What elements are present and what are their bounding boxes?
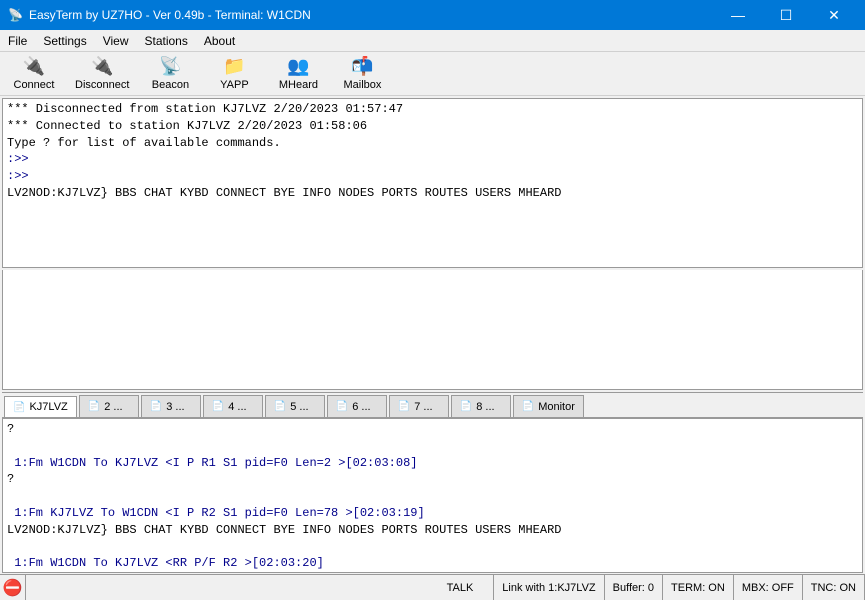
disconnect-button[interactable]: 🔌Disconnect <box>68 55 136 93</box>
tab-1[interactable]: 📄KJ7LVZ <box>4 396 77 418</box>
term-status: TERM: ON <box>663 575 734 600</box>
title-bar-controls: — ☐ ✕ <box>715 0 857 30</box>
close-button[interactable]: ✕ <box>811 0 857 30</box>
monitor-line: 1:Fm W1CDN To KJ7LVZ <I P R1 S1 pid=F0 L… <box>7 455 858 472</box>
title-bar-left: 📡 EasyTerm by UZ7HO - Ver 0.49b - Termin… <box>8 8 311 22</box>
monitor-line <box>7 438 858 455</box>
terminal-line: Type ? for list of available commands. <box>7 135 858 152</box>
beacon-button[interactable]: 📡Beacon <box>140 55 200 93</box>
minimize-button[interactable]: — <box>715 0 761 30</box>
tab-5[interactable]: 📄5 ... <box>265 395 325 417</box>
tab-icon-3: 📄 <box>150 401 162 412</box>
toolbar: 🔌Connect🔌Disconnect📡Beacon📁YAPP👥MHeard📬M… <box>0 52 865 96</box>
maximize-button[interactable]: ☐ <box>763 0 809 30</box>
monitor-line: LV2NOD:KJ7LVZ} BBS CHAT KYBD CONNECT BYE… <box>7 522 858 539</box>
tab-icon-5: 📄 <box>274 401 286 412</box>
tab-icon-1: 📄 <box>13 402 25 413</box>
mbx-status: MBX: OFF <box>734 575 803 600</box>
tab-8[interactable]: 📄8 ... <box>451 395 511 417</box>
connect-button[interactable]: 🔌Connect <box>4 55 64 93</box>
terminal-line: LV2NOD:KJ7LVZ} BBS CHAT KYBD CONNECT BYE… <box>7 185 858 202</box>
terminal-line: *** Connected to station KJ7LVZ 2/20/202… <box>7 118 858 135</box>
monitor-line: 1:Fm KJ7LVZ To W1CDN <I P R2 S1 pid=F0 L… <box>7 505 858 522</box>
tab-2[interactable]: 📄2 ... <box>79 395 139 417</box>
tab-icon-7: 📄 <box>398 401 410 412</box>
talk-label: TALK <box>427 575 495 600</box>
tab-4[interactable]: 📄4 ... <box>203 395 263 417</box>
mheard-icon: 👥 <box>287 56 309 77</box>
terminal-line: *** Disconnected from station KJ7LVZ 2/2… <box>7 101 858 118</box>
menu-item-stations[interactable]: Stations <box>137 30 196 51</box>
menu-bar: FileSettingsViewStationsAbout <box>0 30 865 52</box>
tab-icon-8: 📄 <box>460 401 472 412</box>
status-bar: ⛔ TALK Link with 1:KJ7LVZ Buffer: 0 TERM… <box>0 574 865 600</box>
link-status: Link with 1:KJ7LVZ <box>494 575 604 600</box>
mailbox-button[interactable]: 📬Mailbox <box>332 55 392 93</box>
connect-icon: 🔌 <box>23 56 45 77</box>
stop-button[interactable]: ⛔ <box>0 575 26 600</box>
tab-icon-9: 📄 <box>522 401 534 412</box>
tab-icon-4: 📄 <box>212 401 224 412</box>
tab-3[interactable]: 📄3 ... <box>141 395 201 417</box>
window-title: EasyTerm by UZ7HO - Ver 0.49b - Terminal… <box>29 8 311 22</box>
tab-9[interactable]: 📄Monitor <box>513 395 584 417</box>
terminal-line: :>> <box>7 151 858 168</box>
monitor-line <box>7 539 858 556</box>
beacon-icon: 📡 <box>159 56 181 77</box>
mailbox-icon: 📬 <box>351 56 373 77</box>
monitor-panel[interactable]: ? 1:Fm W1CDN To KJ7LVZ <I P R1 S1 pid=F0… <box>2 418 863 573</box>
title-bar: 📡 EasyTerm by UZ7HO - Ver 0.49b - Termin… <box>0 0 865 30</box>
buffer-status: Buffer: 0 <box>605 575 663 600</box>
tab-icon-6: 📄 <box>336 401 348 412</box>
menu-item-file[interactable]: File <box>0 30 35 51</box>
command-input[interactable] <box>7 272 858 387</box>
monitor-line: ? <box>7 421 858 438</box>
disconnect-icon: 🔌 <box>91 56 113 77</box>
app-icon: 📡 <box>8 8 23 22</box>
menu-item-about[interactable]: About <box>196 30 243 51</box>
menu-item-settings[interactable]: Settings <box>35 30 94 51</box>
mheard-button[interactable]: 👥MHeard <box>268 55 328 93</box>
main-terminal[interactable]: *** Disconnected from station KJ7LVZ 2/2… <box>2 98 863 268</box>
input-area[interactable] <box>2 270 863 390</box>
monitor-line <box>7 488 858 505</box>
tab-bar: 📄KJ7LVZ📄2 ...📄3 ...📄4 ...📄5 ...📄6 ...📄7 … <box>2 392 863 418</box>
tab-icon-2: 📄 <box>88 401 100 412</box>
tab-6[interactable]: 📄6 ... <box>327 395 387 417</box>
yapp-button[interactable]: 📁YAPP <box>204 55 264 93</box>
menu-item-view[interactable]: View <box>95 30 137 51</box>
monitor-line: 1:Fm W1CDN To KJ7LVZ <RR P/F R2 >[02:03:… <box>7 555 858 572</box>
yapp-icon: 📁 <box>223 56 245 77</box>
tnc-status: TNC: ON <box>803 575 865 600</box>
tab-7[interactable]: 📄7 ... <box>389 395 449 417</box>
terminal-line: :>> <box>7 168 858 185</box>
monitor-line: ? <box>7 471 858 488</box>
